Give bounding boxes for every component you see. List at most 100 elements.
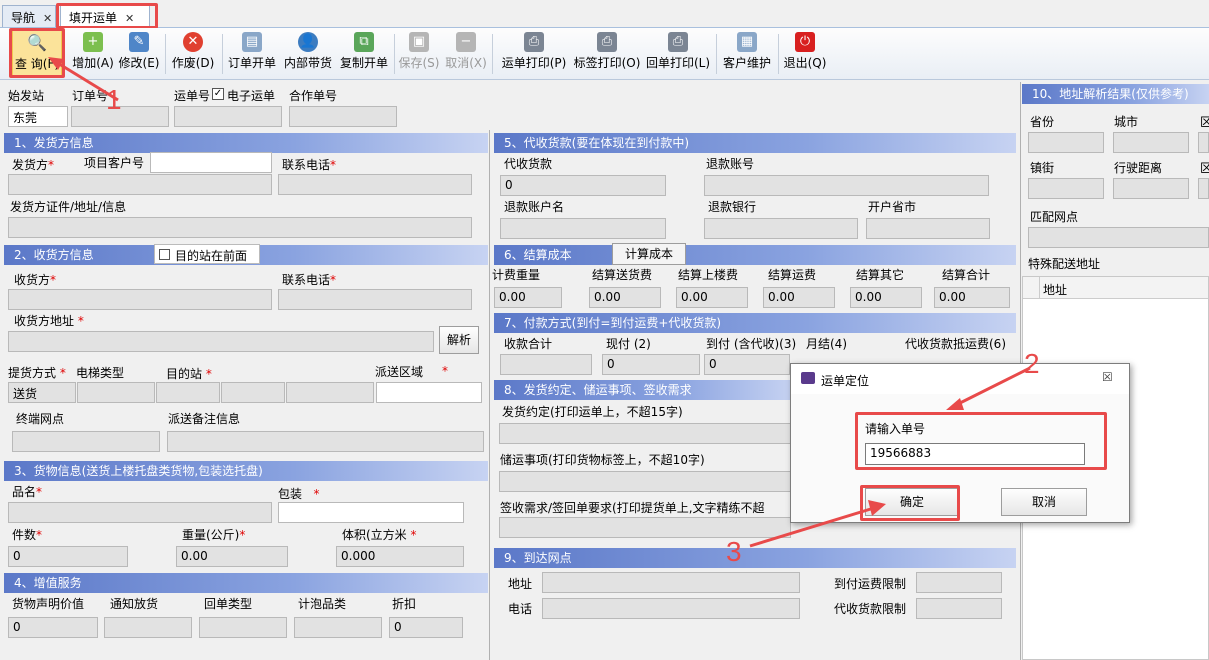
tab-navigation[interactable]: 导航 ✕	[2, 5, 56, 27]
shipper-phone-label: 联系电话*	[282, 158, 337, 172]
order-open-button[interactable]: ▤ 订单开单	[226, 30, 278, 78]
terminal-field[interactable]	[12, 431, 160, 452]
payment-total-field[interactable]	[500, 354, 592, 375]
zone-field[interactable]	[376, 382, 482, 403]
elevator-field[interactable]	[77, 382, 155, 403]
delivery-remark-field[interactable]	[167, 431, 484, 452]
parse-distance-field[interactable]	[1113, 178, 1189, 199]
section-address-parse: 10、地址解析结果(仅供参考)	[1022, 84, 1209, 104]
refund-bank-field[interactable]	[704, 218, 858, 239]
eorder-checkbox[interactable]: ✓	[212, 88, 224, 100]
shipper-phone-field[interactable]	[278, 174, 472, 195]
print-waybill-button[interactable]: ⎙ 运单打印(P)	[498, 30, 570, 78]
discount-field[interactable]: 0	[389, 617, 463, 638]
origin-label: 始发站	[8, 89, 45, 103]
agreement-field[interactable]	[499, 423, 791, 444]
goods-name-field[interactable]	[8, 502, 272, 523]
fee-weight-field[interactable]: 0.00	[494, 287, 562, 308]
payment-total-label: 收款合计	[504, 337, 553, 351]
dest-field[interactable]	[156, 382, 220, 403]
receiver-label: 收货方*	[14, 273, 57, 287]
count-field[interactable]: 0	[8, 546, 128, 567]
parse-district-field[interactable]	[1198, 132, 1209, 153]
close-icon[interactable]: ✕	[43, 12, 52, 25]
match-station-field[interactable]	[1028, 227, 1209, 248]
match-station-label: 匹配网点	[1030, 210, 1079, 224]
copy-open-button[interactable]: ⧉ 复制开单	[338, 30, 390, 78]
annotation-box-input	[855, 412, 1107, 470]
eorder-label: 电子运单	[227, 89, 276, 103]
section-settlement: 6、结算成本	[494, 245, 1016, 265]
shipper-field[interactable]	[8, 174, 272, 195]
receiver-phone-field[interactable]	[278, 289, 472, 310]
dest-field-2[interactable]	[221, 382, 285, 403]
pickup-field[interactable]: 送货	[8, 382, 76, 403]
parse-button[interactable]: 解析	[439, 326, 479, 354]
foam-field[interactable]	[294, 617, 382, 638]
declared-field[interactable]: 0	[8, 617, 98, 638]
dest-label: 目的站 *	[166, 367, 212, 381]
storage-field[interactable]	[499, 471, 791, 492]
shipper-cert-field[interactable]	[8, 217, 472, 238]
dest-first-checkbox[interactable]	[159, 249, 170, 260]
upstairs-fee-field[interactable]: 0.00	[676, 287, 748, 308]
receiver-field[interactable]	[8, 289, 272, 310]
parse-city-field[interactable]	[1113, 132, 1189, 153]
limit-arrival-field[interactable]	[916, 572, 1002, 593]
freight-fee-field[interactable]: 0.00	[763, 287, 835, 308]
annotation-arrow-3	[749, 500, 886, 548]
parse-town-field[interactable]	[1028, 178, 1104, 199]
void-button[interactable]: ✕ 作废(D)	[170, 30, 216, 78]
province-field[interactable]	[866, 218, 990, 239]
volume-field[interactable]: 0.000	[336, 546, 464, 567]
dest-field-3[interactable]	[286, 382, 374, 403]
weight-field[interactable]: 0.00	[176, 546, 288, 567]
receiver-address-field[interactable]	[8, 331, 434, 352]
print-return-button[interactable]: ⎙ 回单打印(L)	[644, 30, 712, 78]
limit-cod-field[interactable]	[916, 598, 1002, 619]
dialog-cancel-button[interactable]: 取消	[1001, 488, 1087, 516]
cancel-button[interactable]: − 取消(X)	[444, 30, 488, 78]
total-fee-field[interactable]: 0.00	[934, 287, 1010, 308]
cash-pay-field[interactable]: 0	[602, 354, 700, 375]
arrival-pay-field[interactable]: 0	[704, 354, 790, 375]
cod-field[interactable]: 0	[500, 175, 666, 196]
printer-icon: ⎙	[668, 32, 688, 52]
save-button[interactable]: ▣ 保存(S)	[398, 30, 440, 78]
cancel-doc-icon: −	[456, 32, 476, 52]
total-fee-label: 结算合计	[942, 268, 991, 282]
other-fee-field[interactable]: 0.00	[850, 287, 922, 308]
waybill-field[interactable]	[174, 106, 282, 127]
return-type-field[interactable]	[199, 617, 287, 638]
dest-first-option[interactable]: 目的站在前面	[154, 244, 260, 264]
calc-cost-button[interactable]: 计算成本	[612, 243, 686, 265]
print-label-button[interactable]: ⎙ 标签打印(O)	[572, 30, 642, 78]
zone-label: 派送区域	[375, 365, 424, 379]
parse-extra-field[interactable]	[1198, 178, 1209, 199]
refund-account-field[interactable]	[704, 175, 989, 196]
zone-required: *	[442, 364, 448, 378]
cod-label: 代收货款	[504, 157, 553, 171]
exit-button[interactable]: ⏻ 退出(Q)	[782, 30, 828, 78]
section-goods: 3、货物信息(送货上楼托盘类货物,包装选托盘)	[4, 461, 488, 481]
customer-button[interactable]: ▦ 客户维护	[720, 30, 774, 78]
project-customer-label: 项目客户号	[84, 156, 145, 170]
freight-fee-label: 结算运费	[768, 268, 817, 282]
notify-field[interactable]	[104, 617, 192, 638]
person-icon: 👤	[298, 32, 318, 52]
delivery-fee-field[interactable]: 0.00	[589, 287, 661, 308]
receiver-phone-label: 联系电话*	[282, 273, 337, 287]
section-value-added: 4、增值服务	[4, 573, 488, 593]
special-address-label: 特殊配送地址	[1028, 257, 1101, 271]
parse-province-field[interactable]	[1028, 132, 1104, 153]
storage-label: 储运事项(打印货物标签上，不超10字)	[500, 453, 705, 467]
station-phone-field[interactable]	[542, 598, 800, 619]
refund-name-field[interactable]	[500, 218, 666, 239]
internal-goods-button[interactable]: 👤 内部带货	[282, 30, 334, 78]
pack-field[interactable]	[278, 502, 464, 523]
project-customer-field[interactable]	[150, 152, 272, 173]
goods-name-label: 品名*	[12, 485, 43, 499]
contract-field[interactable]	[289, 106, 397, 127]
close-icon[interactable]: ☒	[1102, 370, 1113, 384]
station-address-field[interactable]	[542, 572, 800, 593]
